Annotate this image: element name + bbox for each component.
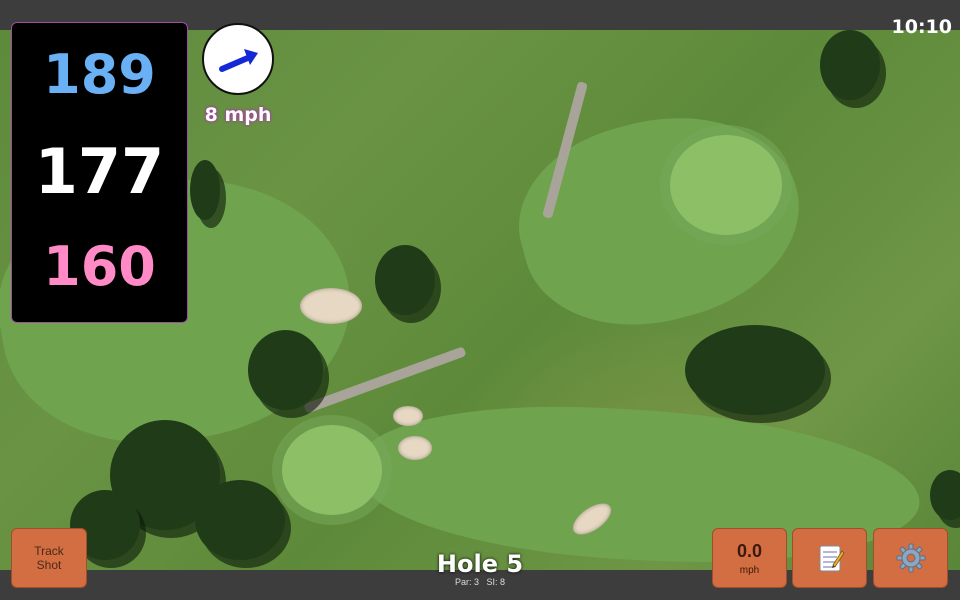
tree	[195, 480, 285, 560]
bunker	[393, 406, 423, 426]
tree	[685, 325, 825, 415]
track-shot-label-line1: Track	[34, 544, 64, 558]
front-distance: 160	[43, 235, 156, 298]
notepad-icon	[819, 545, 844, 572]
tree	[190, 160, 220, 220]
par-label: Par: 3	[454, 577, 479, 587]
bunker	[398, 436, 432, 460]
speed-unit: mph	[739, 564, 760, 576]
hole-subtitle: Par: 3 SI: 8	[380, 577, 580, 587]
gear-icon	[896, 543, 925, 573]
speed-value: 0.0	[736, 540, 763, 561]
tree	[930, 470, 960, 520]
tree	[375, 245, 435, 315]
wind-speed-label: 8 mph	[204, 104, 272, 126]
settings-button[interactable]	[873, 528, 948, 588]
track-shot-button[interactable]: Track Shot	[11, 528, 87, 588]
hole-title: Hole 5	[436, 550, 524, 578]
clock: 10:10	[891, 16, 952, 38]
hole-info: Hole 5 Par: 3 SI: 8	[380, 550, 580, 587]
tree	[248, 330, 323, 410]
green-upper	[670, 135, 782, 235]
wind-indicator	[202, 23, 274, 95]
arrow-icon	[219, 49, 258, 72]
middle-distance: 177	[34, 135, 165, 208]
si-label: SI: 8	[486, 577, 506, 587]
green-lower	[282, 425, 382, 515]
distance-panel: 189 177 160	[11, 22, 188, 323]
tree	[820, 30, 880, 100]
back-distance: 189	[43, 43, 156, 106]
notes-button[interactable]	[792, 528, 867, 588]
speed-button[interactable]: 0.0 mph	[712, 528, 787, 588]
fairway-upper	[498, 87, 822, 353]
track-shot-label-line2: Shot	[36, 558, 62, 572]
bunker	[300, 288, 362, 324]
